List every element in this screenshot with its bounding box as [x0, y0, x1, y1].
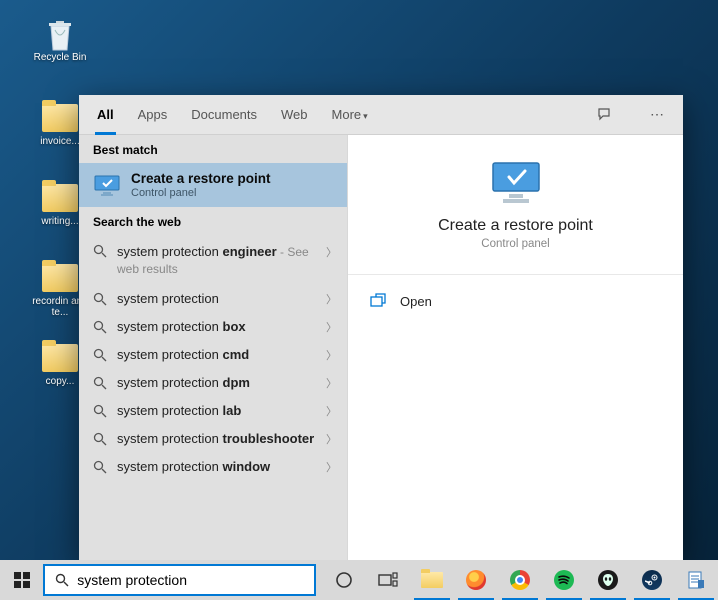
desktop: Recycle Bin invoice... writing... record…	[0, 0, 718, 600]
recycle-bin-icon	[46, 18, 74, 52]
taskbar-steam[interactable]	[630, 560, 674, 600]
tab-web[interactable]: Web	[269, 95, 320, 135]
folder-icon	[42, 264, 78, 292]
task-view-button[interactable]	[366, 560, 410, 600]
search-icon	[93, 348, 107, 362]
feedback-icon[interactable]	[597, 107, 637, 123]
monitor-check-icon	[487, 159, 545, 205]
web-results-list: system protection engineer - See web res…	[79, 235, 347, 481]
web-result[interactable]: system protection cmd 〉	[79, 341, 347, 369]
search-icon	[93, 320, 107, 334]
web-result[interactable]: system protection dpm 〉	[79, 369, 347, 397]
results-column: Best match Create a restore point Contro…	[79, 135, 347, 560]
chevron-right-icon: 〉	[326, 459, 337, 475]
taskbar-app-alien[interactable]	[586, 560, 630, 600]
folder-icon	[42, 184, 78, 212]
spotify-icon	[554, 570, 574, 590]
chevron-right-icon: 〉	[326, 244, 337, 260]
taskbar-firefox[interactable]	[454, 560, 498, 600]
folder-icon	[42, 104, 78, 132]
search-icon	[93, 432, 107, 446]
search-icon	[93, 292, 107, 306]
firefox-icon	[466, 570, 486, 590]
chevron-right-icon: 〉	[326, 403, 337, 419]
steam-icon	[642, 570, 662, 590]
web-result-text: system protection	[117, 291, 320, 306]
search-icon	[93, 244, 107, 258]
monitor-check-icon	[93, 174, 121, 196]
search-web-heading: Search the web	[79, 207, 347, 235]
best-match-result[interactable]: Create a restore point Control panel	[79, 163, 347, 207]
open-action[interactable]: Open	[348, 283, 683, 319]
start-button[interactable]	[0, 560, 43, 600]
recycle-bin[interactable]: Recycle Bin	[30, 18, 90, 63]
search-icon	[55, 573, 69, 587]
chrome-icon	[510, 570, 530, 590]
search-panel: All Apps Documents Web More▾ ⋯ Best matc…	[79, 95, 683, 560]
file-explorer-icon	[421, 572, 443, 588]
web-result-text: system protection cmd	[117, 347, 320, 362]
chevron-right-icon: 〉	[326, 347, 337, 363]
web-result-text: system protection troubleshooter	[117, 431, 320, 446]
search-icon	[93, 376, 107, 390]
recycle-bin-label: Recycle Bin	[30, 52, 90, 63]
web-result[interactable]: system protection box 〉	[79, 313, 347, 341]
chevron-right-icon: 〉	[326, 375, 337, 391]
best-match-title: Create a restore point	[131, 171, 271, 186]
windows-icon	[14, 572, 30, 588]
preview-column: Create a restore point Control panel Ope…	[347, 135, 683, 560]
tab-more[interactable]: More▾	[320, 95, 380, 135]
tab-all[interactable]: All	[85, 95, 126, 135]
cortana-button[interactable]	[322, 560, 366, 600]
cortana-icon	[335, 571, 353, 589]
preview-header: Create a restore point Control panel	[348, 135, 683, 275]
web-result-text: system protection dpm	[117, 375, 320, 390]
web-result-text: system protection window	[117, 459, 320, 474]
search-icon	[93, 460, 107, 474]
web-result[interactable]: system protection troubleshooter 〉	[79, 425, 347, 453]
chevron-right-icon: 〉	[326, 431, 337, 447]
search-tabs: All Apps Documents Web More▾ ⋯	[79, 95, 683, 135]
chevron-right-icon: 〉	[326, 319, 337, 335]
best-match-heading: Best match	[79, 135, 347, 163]
notes-icon	[686, 570, 706, 590]
options-icon[interactable]: ⋯	[637, 106, 677, 123]
tab-apps[interactable]: Apps	[126, 95, 180, 135]
chevron-down-icon: ▾	[363, 111, 368, 121]
best-match-subtitle: Control panel	[131, 187, 271, 199]
web-result-text: system protection engineer - See web res…	[117, 244, 320, 278]
tab-documents[interactable]: Documents	[179, 95, 269, 135]
preview-subtitle: Control panel	[481, 238, 549, 250]
alien-icon	[598, 570, 618, 590]
open-label: Open	[400, 294, 432, 309]
web-result[interactable]: system protection lab 〉	[79, 397, 347, 425]
web-result[interactable]: system protection window 〉	[79, 453, 347, 481]
search-input[interactable]	[77, 566, 314, 594]
task-view-icon	[378, 572, 398, 588]
search-icon	[93, 404, 107, 418]
web-result-text: system protection box	[117, 319, 320, 334]
preview-title: Create a restore point	[438, 217, 593, 235]
taskbar-chrome[interactable]	[498, 560, 542, 600]
chevron-right-icon: 〉	[326, 291, 337, 307]
open-icon	[370, 293, 386, 309]
web-result-text: system protection lab	[117, 403, 320, 418]
taskbar	[0, 560, 718, 600]
taskbar-spotify[interactable]	[542, 560, 586, 600]
web-result[interactable]: system protection engineer - See web res…	[79, 237, 347, 285]
taskbar-search[interactable]	[43, 564, 316, 596]
taskbar-app-notes[interactable]	[674, 560, 718, 600]
taskbar-file-explorer[interactable]	[410, 560, 454, 600]
web-result[interactable]: system protection 〉	[79, 285, 347, 313]
folder-icon	[42, 344, 78, 372]
